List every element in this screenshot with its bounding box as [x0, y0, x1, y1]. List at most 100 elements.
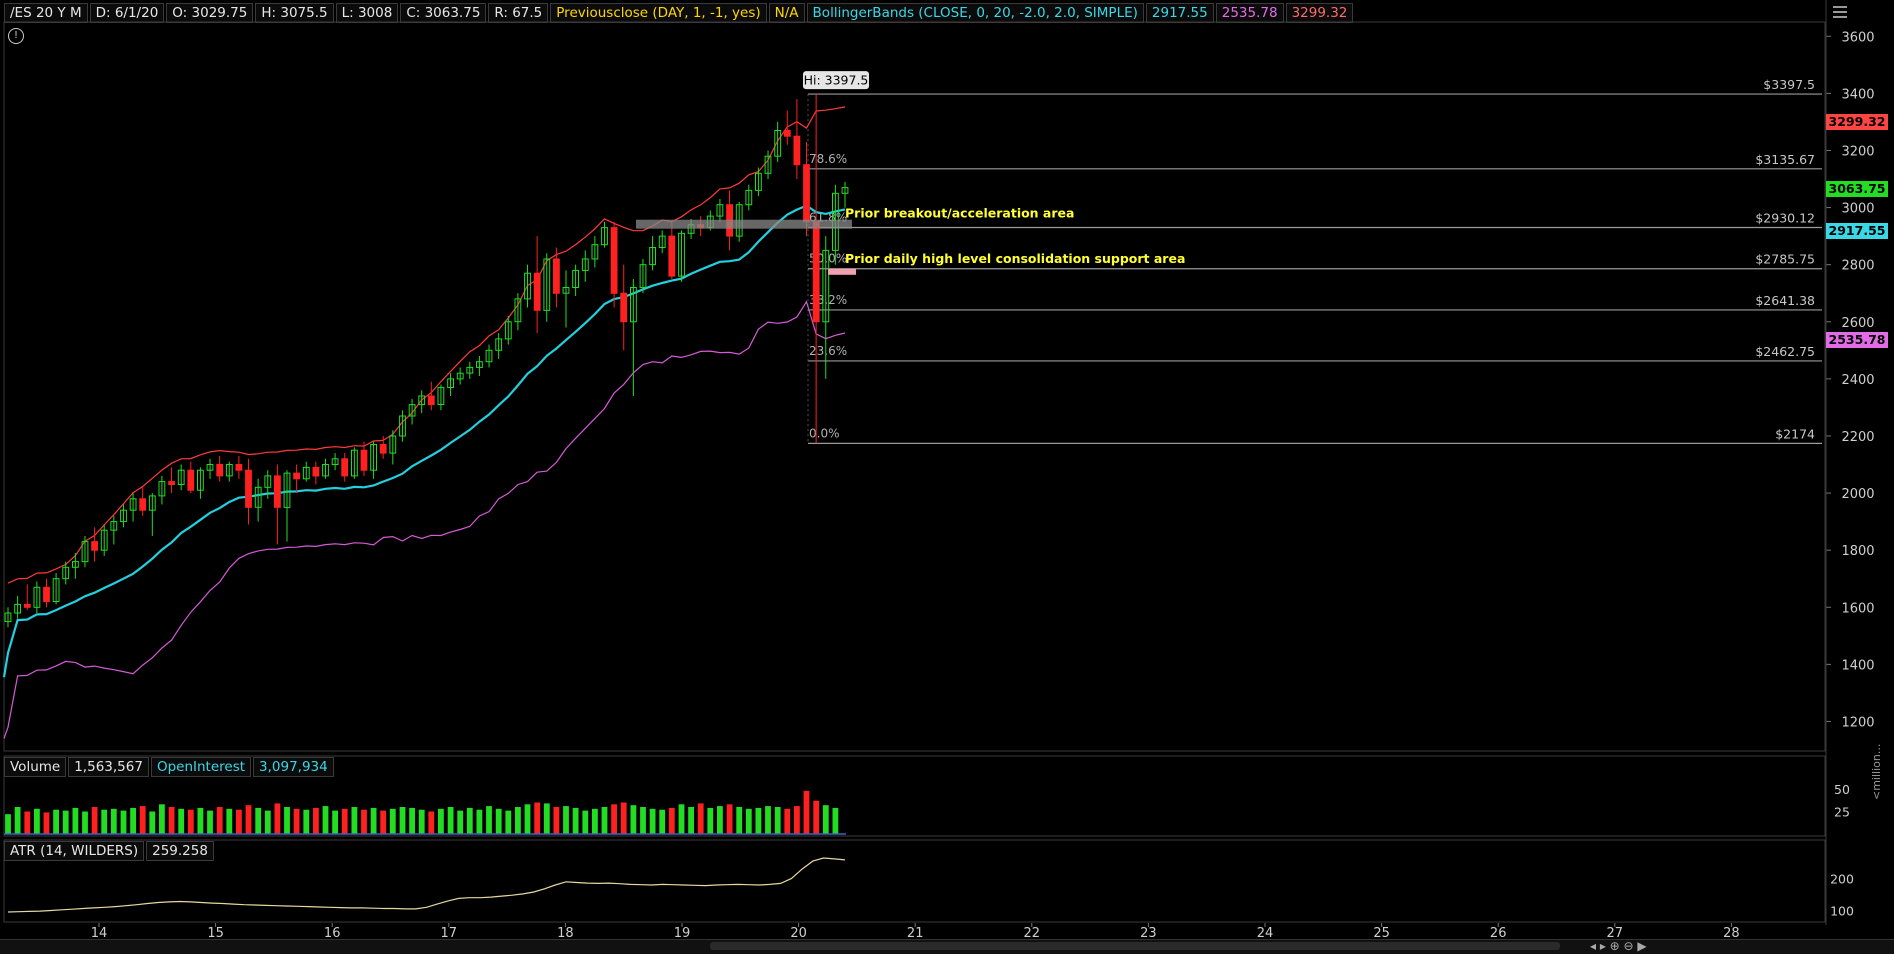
volume-bar: [543, 803, 550, 834]
price-tag-2: 2917.55: [1826, 223, 1888, 240]
candle-body: [139, 498, 147, 511]
volume-unit-label: <million...: [1870, 743, 1883, 800]
candle-body: [447, 378, 455, 388]
bb-mid-value: 2917.55: [1145, 3, 1214, 23]
volume-bar: [168, 807, 175, 834]
volume-bar: [389, 808, 396, 834]
volume-bar: [717, 806, 723, 834]
consolidation-zone: [828, 268, 856, 275]
volume-bar: [216, 807, 223, 834]
fib-price-6: $2174: [1775, 426, 1815, 441]
volume-bar: [351, 807, 358, 834]
volume-bar: [72, 807, 79, 834]
price-tick-2800: 2800: [1841, 259, 1874, 274]
volume-bar: [428, 811, 435, 834]
open-readout: O: 3029.75: [166, 3, 254, 23]
fib-retracement: $3397.5 $3135.67 78.6% $2930.12 61.8% $2785.7…: [803, 71, 1822, 444]
candle-body: [687, 224, 695, 234]
fib-price-4: $2641.38: [1755, 293, 1815, 308]
candle-body: [4, 612, 12, 623]
bb-lower-value: 2535.78: [1215, 3, 1284, 23]
volume-bar: [534, 802, 541, 834]
menu-icon[interactable]: [1832, 4, 1848, 20]
price-tick-2200: 2200: [1841, 430, 1874, 445]
zoom-icons[interactable]: ◂ ▸ ⊕ ⊖ ▶: [1590, 939, 1647, 953]
price-chart[interactable]: $3397.5 $3135.67 78.6% $2930.12 61.8% $2785.7…: [0, 0, 1894, 953]
volume-bar: [303, 809, 310, 834]
candle-body: [158, 481, 166, 497]
volume-bar: [120, 810, 127, 834]
volume-bar: [515, 807, 521, 834]
volume-bar: [659, 809, 666, 834]
candle-body: [591, 244, 599, 260]
candle-body: [495, 338, 503, 351]
volume-bar: [457, 810, 464, 834]
volume-bar: [130, 807, 136, 834]
volume-bar: [14, 807, 21, 834]
candle-body: [177, 469, 185, 486]
oi-label[interactable]: OpenInterest: [150, 757, 252, 777]
candle-body: [283, 472, 291, 508]
volume-bar: [611, 804, 617, 834]
study-header: /ES 20 Y M D: 6/1/20 O: 3029.75 H: 3075.…: [4, 3, 1355, 23]
atr-label[interactable]: ATR (14, WILDERS): [4, 841, 145, 861]
price-tag-3: 2535.78: [1826, 332, 1888, 349]
volume-bar: [630, 805, 637, 834]
volume-bar: [418, 809, 425, 834]
volume-bar: [620, 802, 627, 834]
volume-value: 1,563,567: [68, 757, 149, 777]
volume-label[interactable]: Volume: [4, 757, 67, 777]
volume-bar: [255, 807, 262, 834]
fib-price-3: $2785.75: [1755, 252, 1815, 267]
volume-bar: [553, 807, 560, 834]
symbol-label[interactable]: /ES 20 Y M: [4, 3, 88, 23]
volume-bar: [322, 806, 329, 834]
high-readout: H: 3075.5: [255, 3, 334, 23]
scroll-thumb[interactable]: [710, 942, 1560, 950]
candle-body: [206, 464, 214, 471]
chart-app: /ES 20 Y M D: 6/1/20 O: 3029.75 H: 3075.…: [0, 0, 1894, 954]
volume-bar: [794, 806, 800, 834]
atr-value: 259.258: [146, 841, 214, 861]
candle-body: [148, 495, 156, 511]
bollinger-bands: [2, 106, 846, 739]
volume-bar: [274, 803, 281, 834]
volume-bar: [370, 807, 377, 834]
candle-body: [793, 135, 801, 166]
price-tick-3600: 3600: [1841, 30, 1874, 45]
price-tick-1400: 1400: [1841, 658, 1874, 673]
volume-bar: [563, 806, 569, 834]
volume-bar: [822, 805, 829, 834]
candle-body: [100, 529, 108, 551]
volume-bar: [245, 805, 252, 834]
candle-body: [129, 498, 137, 511]
candle-body: [91, 541, 98, 551]
candle-body: [72, 561, 79, 568]
candle-body: [23, 603, 31, 608]
candle-body: [245, 469, 252, 508]
info-icon[interactable]: !: [8, 28, 24, 44]
bb-study-label[interactable]: BollingerBands (CLOSE, 0, 20, -2.0, 2.0,…: [806, 3, 1144, 23]
volume-bar: [178, 808, 185, 834]
main-pane-frame: [3, 21, 1826, 752]
fib-price-0: $3397.5: [1763, 77, 1815, 92]
prevclose-study-label[interactable]: Previousclose (DAY, 1, -1, yes): [550, 3, 767, 23]
range-readout: R: 67.5: [488, 3, 549, 23]
volume-bar: [284, 807, 290, 834]
scrollbar[interactable]: ◂ ▸ ⊕ ⊖ ▶: [0, 939, 1894, 954]
atr-pane: 200 100: [7, 857, 1854, 918]
oi-value: 3,097,934: [253, 757, 334, 777]
candle-body: [437, 386, 445, 405]
candle-body: [235, 464, 243, 471]
candle-body: [216, 464, 224, 477]
volume-bar: [139, 806, 146, 834]
volume-pane: 50 25: [4, 782, 1850, 835]
volume-bar: [82, 811, 88, 834]
candle-body: [456, 372, 464, 380]
candle-body: [841, 187, 849, 194]
volume-bar: [668, 807, 675, 834]
fib-pct-1: 78.6%: [809, 152, 847, 166]
bb-upper-value: 3299.32: [1285, 3, 1354, 23]
candle-body: [331, 458, 339, 465]
volume-bar: [313, 807, 319, 834]
